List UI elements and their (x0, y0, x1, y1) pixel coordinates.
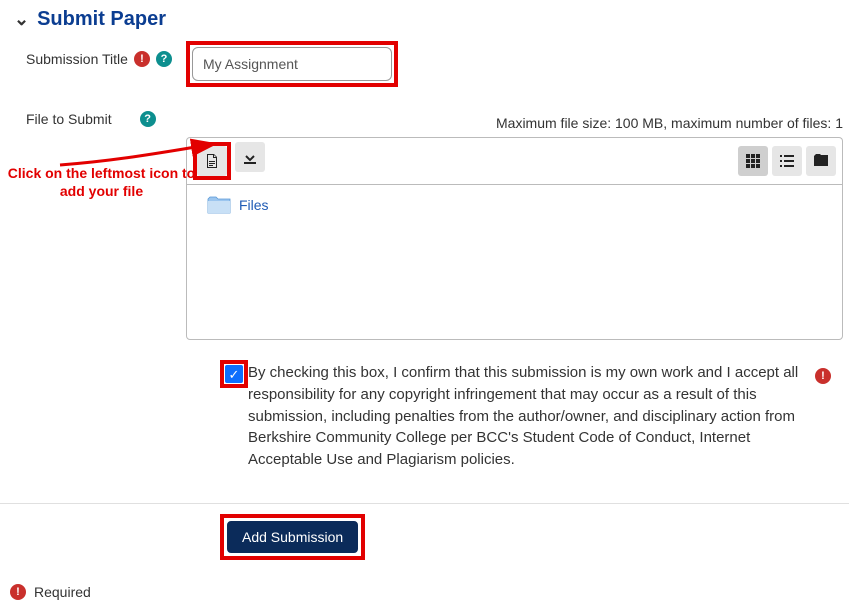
download-icon (242, 149, 258, 165)
chevron-down-icon: ⌄ (14, 9, 29, 30)
file-toolbar (186, 137, 843, 184)
row-submission-title: Submission Title ! ? (0, 39, 849, 89)
annotation-highlight-checkbox: ✓ (220, 360, 248, 388)
file-constraints-text: Maximum file size: 100 MB, maximum numbe… (496, 115, 843, 131)
submission-title-label: Submission Title (26, 51, 128, 67)
help-icon[interactable]: ? (156, 51, 172, 67)
grid-view-icon (745, 153, 761, 169)
agreement-text: By checking this box, I confirm that thi… (248, 362, 843, 471)
folder-row[interactable]: Files (197, 195, 832, 215)
label-submission-title: Submission Title ! ? (26, 41, 186, 67)
tree-view-icon (813, 153, 829, 169)
list-view-button[interactable] (772, 146, 802, 176)
control-file: Maximum file size: 100 MB, maximum numbe… (186, 101, 849, 340)
annotation-text: Click on the leftmost icon to add your f… (4, 165, 199, 200)
row-submit: Add Submission (0, 504, 849, 580)
list-view-icon (779, 153, 795, 169)
folder-label: Files (239, 197, 269, 213)
required-label: Required (34, 584, 91, 600)
folder-icon (207, 195, 231, 215)
row-agreement: ✓ By checking this box, I confirm that t… (0, 342, 849, 481)
grid-view-button[interactable] (738, 146, 768, 176)
section-title: Submit Paper (37, 8, 166, 31)
section-header[interactable]: ⌄ Submit Paper (0, 0, 849, 39)
agreement-checkbox[interactable]: ✓ (225, 365, 243, 383)
footer-required: ! Required (0, 580, 849, 610)
tree-view-button[interactable] (806, 146, 836, 176)
required-icon: ! (815, 368, 831, 384)
file-dropzone[interactable]: Files (186, 184, 843, 340)
download-button[interactable] (235, 142, 265, 172)
annotation-highlight-submit: Add Submission (220, 514, 365, 560)
add-submission-button[interactable]: Add Submission (227, 521, 358, 553)
required-icon: ! (10, 584, 26, 600)
control-submission-title (186, 41, 849, 87)
required-icon: ! (134, 51, 150, 67)
submission-title-input[interactable] (192, 47, 392, 81)
file-picker: Files (186, 137, 843, 340)
annotation-highlight-title (186, 41, 398, 87)
